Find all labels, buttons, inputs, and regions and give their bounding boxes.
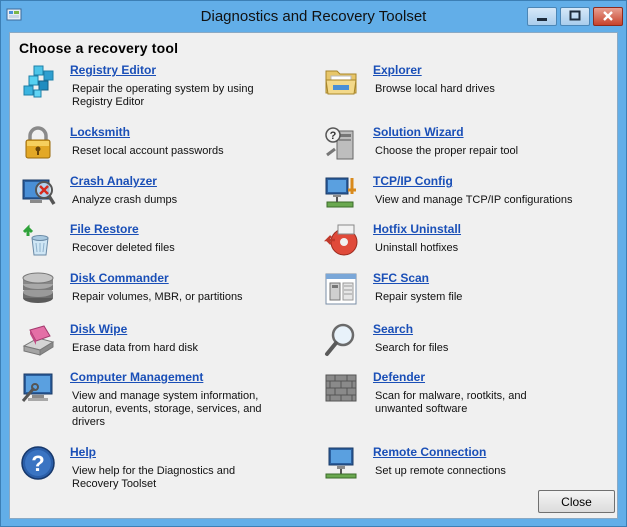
tool-description: Scan for malware, rootkits, and unwanted… xyxy=(375,390,527,415)
close-icon xyxy=(603,11,613,21)
tool-description: Reset local account passwords xyxy=(72,145,224,157)
folder-icon xyxy=(325,70,357,95)
maximize-icon xyxy=(569,10,581,21)
recycle-bin-icon xyxy=(22,224,49,256)
tool-description: Repair system file xyxy=(375,291,463,303)
wizard-icon: ? xyxy=(325,127,354,160)
tool-description: Erase data from hard disk xyxy=(72,342,198,354)
tool-link[interactable]: Disk Commander xyxy=(70,271,169,285)
tool-description: Set up remote connections xyxy=(375,465,506,477)
tool-link[interactable]: Solution Wizard xyxy=(373,125,464,139)
page-title: Choose a recovery tool xyxy=(19,40,179,56)
hotfix-uninstall-icon xyxy=(323,224,358,256)
tool-link[interactable]: Remote Connection xyxy=(373,445,486,459)
tool-description: Recover deleted files xyxy=(72,242,175,254)
tool-description: Browse local hard drives xyxy=(375,83,495,95)
tool-link[interactable]: Defender xyxy=(373,370,425,384)
tool-link[interactable]: Crash Analyzer xyxy=(70,174,157,188)
tool-link[interactable]: Hotfix Uninstall xyxy=(373,222,461,236)
disk-stack-icon xyxy=(22,272,54,303)
network-config-icon xyxy=(325,177,356,208)
close-button[interactable]: Close xyxy=(538,490,615,513)
tool-link[interactable]: Computer Management xyxy=(70,370,203,384)
tool-description: Search for files xyxy=(375,342,449,354)
tool-description: View and manage TCP/IP configurations xyxy=(375,194,573,206)
tool-link[interactable]: SFC Scan xyxy=(373,271,429,285)
registry-icon xyxy=(23,65,54,98)
svg-text:?: ? xyxy=(330,130,337,142)
main-window: Diagnostics and Recovery Toolset Choose … xyxy=(0,0,627,527)
crash-analyzer-icon xyxy=(22,179,56,205)
help-icon: ? xyxy=(21,446,55,480)
tool-description: View and manage system information, auto… xyxy=(72,390,262,428)
dialog-content: Choose a recovery tool Registry Editor R… xyxy=(9,32,618,519)
minimize-icon xyxy=(537,18,547,21)
tool-description: View help for the Diagnostics and Recove… xyxy=(72,465,236,490)
tool-link[interactable]: Explorer xyxy=(373,63,422,77)
tool-description: Uninstall hotfixes xyxy=(375,242,459,254)
svg-text:?: ? xyxy=(31,451,44,476)
tool-link[interactable]: Search xyxy=(373,322,413,336)
tool-link[interactable]: TCP/IP Config xyxy=(373,174,453,188)
tool-description: Repair volumes, MBR, or partitions xyxy=(72,291,243,303)
tool-description: Analyze crash dumps xyxy=(72,194,178,206)
tool-link[interactable]: Disk Wipe xyxy=(70,322,127,336)
window-close-button[interactable] xyxy=(593,7,623,26)
tool-link[interactable]: Help xyxy=(70,445,96,459)
eraser-icon xyxy=(22,325,55,356)
computer-management-icon xyxy=(21,373,53,402)
brick-wall-icon xyxy=(325,374,357,402)
title-bar[interactable]: Diagnostics and Recovery Toolset xyxy=(1,1,626,32)
tool-description: Repair the operating system by using Reg… xyxy=(72,83,254,108)
magnifier-icon xyxy=(325,323,355,356)
padlock-icon xyxy=(25,126,51,159)
remote-connection-icon xyxy=(325,447,357,479)
tool-link[interactable]: File Restore xyxy=(70,222,139,236)
sfc-scan-icon xyxy=(325,273,357,305)
tool-description: Choose the proper repair tool xyxy=(375,145,519,157)
tool-link[interactable]: Registry Editor xyxy=(70,63,156,77)
tool-link[interactable]: Locksmith xyxy=(70,125,130,139)
minimize-button[interactable] xyxy=(527,7,557,26)
maximize-button[interactable] xyxy=(560,7,590,26)
